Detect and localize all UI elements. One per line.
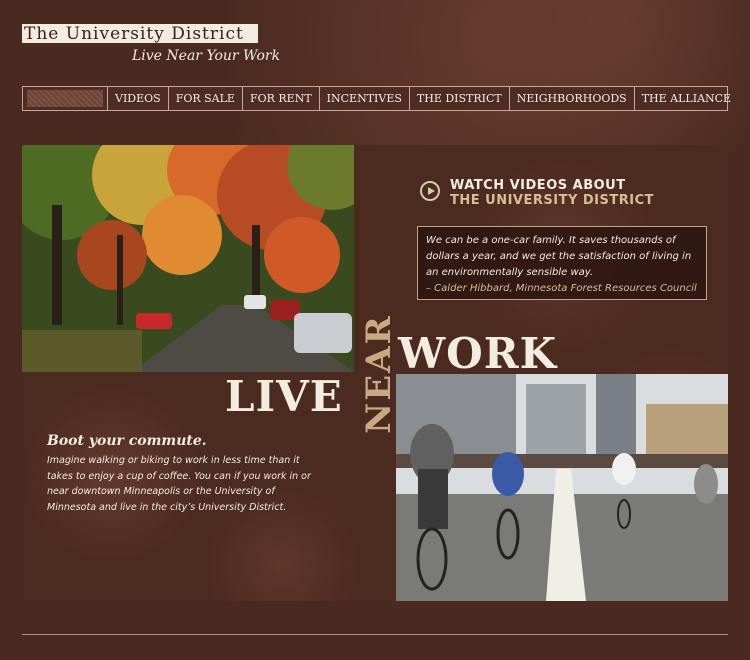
logo-tagline: Live Near Your Work (132, 48, 281, 64)
nav-item-neighborhoods[interactable]: NEIGHBORHOODS (508, 87, 634, 110)
testimonial-quote: We can be a one-car family. It saves tho… (417, 226, 707, 300)
logo-name: The University District (22, 24, 258, 43)
nav-pattern-swatch (27, 90, 103, 107)
headline-work: WORK (398, 329, 558, 378)
nav-item-the-alliance[interactable]: THE ALLIANCE (633, 87, 738, 110)
nav-item-the-district[interactable]: THE DISTRICT (408, 87, 509, 110)
headline-near-text: NEAR (359, 314, 399, 434)
headline-near: NEAR (357, 292, 399, 457)
nav-items: VIDEOS FOR SALE FOR RENT INCENTIVES THE … (107, 87, 738, 110)
footer-divider (22, 634, 728, 635)
nav-item-videos[interactable]: VIDEOS (107, 87, 168, 110)
quote-text: We can be a one-car family. It saves tho… (426, 235, 692, 278)
nav-item-incentives[interactable]: INCENTIVES (318, 87, 409, 110)
videos-heading-line2: THE UNIVERSITY DISTRICT (450, 193, 654, 208)
bikers-bridge-photo (396, 374, 728, 601)
nav-item-for-rent[interactable]: FOR RENT (241, 87, 319, 110)
videos-heading-line1: WATCH VIDEOS ABOUT (450, 178, 626, 193)
headline-live: LIVE (225, 372, 343, 421)
site-logo[interactable]: The University District Live Near Your W… (22, 24, 280, 69)
main-nav: VIDEOS FOR SALE FOR RENT INCENTIVES THE … (22, 86, 731, 111)
quote-attribution: – Calder Hibbard, Minnesota Forest Resou… (426, 283, 697, 294)
autumn-street-photo (22, 145, 354, 372)
boot-body-text: Imagine walking or biking to work in les… (47, 455, 311, 513)
nav-item-for-sale[interactable]: FOR SALE (167, 87, 242, 110)
boot-heading: Boot your commute. (47, 433, 207, 449)
hero-panel: WATCH VIDEOS ABOUT THE UNIVERSITY DISTRI… (22, 145, 728, 601)
play-icon (420, 181, 440, 201)
watch-videos-link[interactable]: WATCH VIDEOS ABOUT THE UNIVERSITY DISTRI… (418, 178, 708, 214)
